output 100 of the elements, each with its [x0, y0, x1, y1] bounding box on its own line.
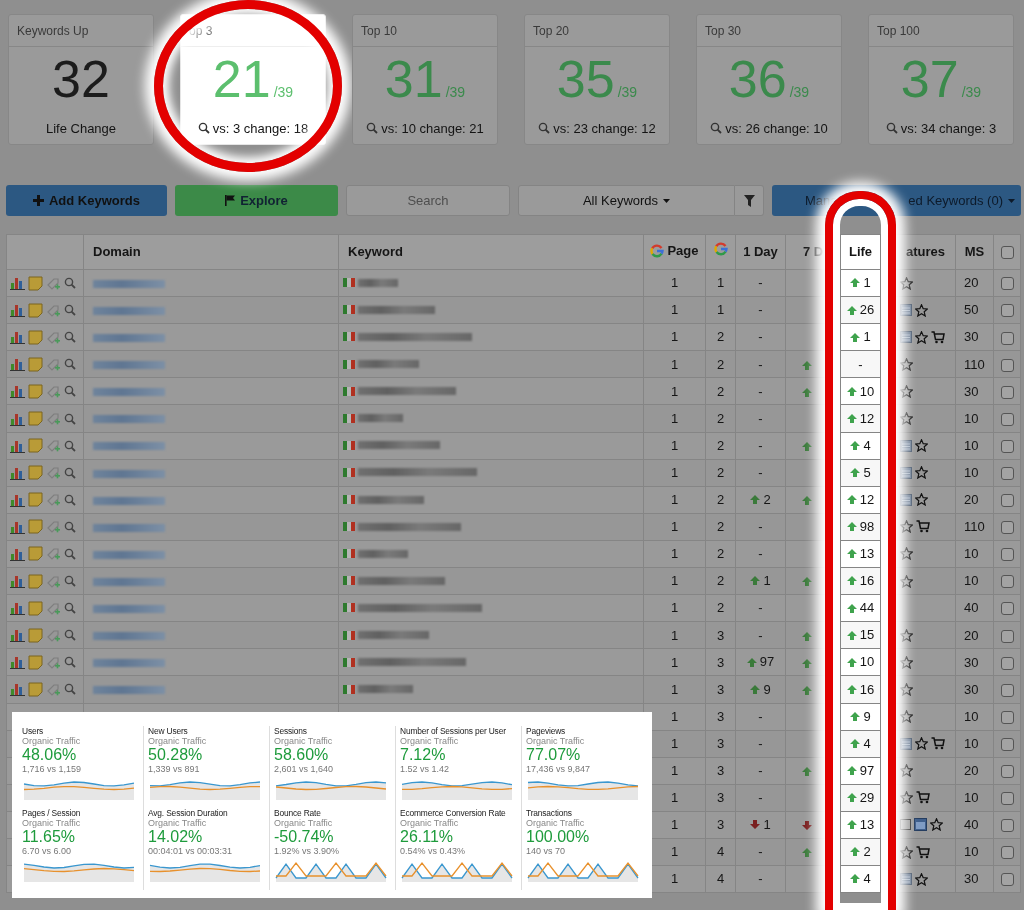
blurred-text	[93, 279, 165, 288]
search-icon[interactable]	[64, 520, 76, 533]
stat-value: 21	[212, 50, 271, 108]
metric-title: Pages / Session	[22, 808, 81, 819]
row-checkbox[interactable]	[1000, 602, 1014, 616]
row-checkbox[interactable]	[1000, 575, 1014, 589]
row-checkbox[interactable]	[1000, 304, 1014, 318]
search-field[interactable]: Search	[346, 185, 510, 216]
flag-icon	[343, 522, 355, 532]
search-icon[interactable]	[64, 602, 76, 615]
search-icon[interactable]	[64, 385, 76, 398]
stat-comparison: vs: 26 change: 10	[725, 119, 828, 138]
row-checkbox[interactable]	[1000, 358, 1014, 372]
rank-change: -	[758, 626, 763, 645]
bar-chart-icon[interactable]	[10, 411, 25, 426]
stat-caption: Life Change	[45, 119, 117, 138]
bar-chart-icon[interactable]	[10, 465, 25, 480]
filter-button[interactable]	[735, 185, 764, 216]
row-checkbox[interactable]	[1000, 439, 1014, 453]
row-checkbox[interactable]	[1000, 710, 1014, 724]
metric-subtitle: Organic Traffic	[526, 818, 585, 830]
row-checkbox[interactable]	[1000, 277, 1014, 291]
up-arrow-icon	[846, 603, 857, 613]
explore-button[interactable]: Explore	[175, 185, 338, 216]
column-header[interactable]: Domain	[93, 244, 141, 260]
flag-icon	[343, 467, 355, 477]
search-icon[interactable]	[64, 493, 76, 506]
up-arrow-icon	[746, 657, 757, 667]
star-icon	[915, 439, 928, 453]
search-icon[interactable]	[64, 683, 76, 696]
search-icon[interactable]	[64, 466, 76, 479]
row-checkbox[interactable]	[1000, 846, 1014, 860]
row-checkbox[interactable]	[1000, 765, 1014, 779]
search-icon[interactable]	[64, 358, 76, 371]
table-cell: 2	[716, 600, 725, 616]
up-arrow-icon	[850, 278, 861, 288]
row-checkbox[interactable]	[1000, 629, 1014, 643]
card-title: Top 10	[353, 15, 497, 47]
bar-chart-icon[interactable]	[10, 357, 25, 372]
bar-chart-icon[interactable]	[10, 519, 25, 534]
bar-chart-icon[interactable]	[10, 655, 25, 670]
row-checkbox[interactable]	[1000, 412, 1014, 426]
star-icon	[900, 710, 913, 724]
search-icon[interactable]	[64, 331, 76, 344]
select-all-checkbox[interactable]	[1000, 246, 1014, 260]
bar-chart-icon[interactable]	[10, 547, 25, 561]
row-checkbox[interactable]	[1000, 548, 1014, 562]
blurred-text	[93, 550, 165, 559]
search-icon[interactable]	[64, 548, 76, 560]
bar-chart-icon[interactable]	[10, 384, 25, 399]
search-icon[interactable]	[64, 304, 76, 317]
row-checkbox[interactable]	[1000, 873, 1014, 887]
search-icon[interactable]	[64, 277, 76, 290]
column-header[interactable]: Keyword	[348, 244, 403, 260]
bar-chart-icon[interactable]	[10, 438, 25, 453]
row-checkbox[interactable]	[1000, 385, 1014, 399]
bar-chart-icon[interactable]	[10, 601, 25, 616]
row-checkbox[interactable]	[1000, 331, 1014, 345]
row-checkbox[interactable]	[1000, 819, 1014, 833]
search-icon[interactable]	[64, 575, 76, 588]
blurred-text	[358, 278, 398, 287]
bar-chart-icon[interactable]	[10, 276, 25, 291]
bar-chart-icon[interactable]	[10, 330, 25, 345]
table-cell: 1	[670, 735, 679, 751]
star-icon	[900, 276, 913, 290]
star-icon	[900, 655, 913, 669]
blurred-text	[358, 685, 413, 694]
bar-chart-icon[interactable]	[10, 574, 25, 589]
row-checkbox[interactable]	[1000, 494, 1014, 508]
row-checkbox[interactable]	[1000, 656, 1014, 670]
stat-total: /39	[273, 84, 294, 100]
keywords-dropdown[interactable]: All Keywords	[518, 185, 735, 216]
table-cell: 1	[670, 573, 679, 589]
row-checkbox[interactable]	[1000, 683, 1014, 697]
search-icon[interactable]	[64, 629, 76, 642]
bar-chart-icon[interactable]	[10, 303, 25, 318]
table-cell: 1	[670, 275, 679, 291]
bar-chart-icon[interactable]	[10, 628, 25, 643]
up-arrow-icon	[846, 820, 857, 830]
column-header[interactable]: 7 D	[802, 244, 824, 260]
bar-chart-icon[interactable]	[10, 682, 25, 697]
row-checkbox[interactable]	[1000, 467, 1014, 480]
row-checkbox[interactable]	[1000, 792, 1014, 806]
rank-change: 4	[850, 869, 871, 889]
table-cell: 20	[964, 627, 979, 643]
search-icon[interactable]	[64, 656, 76, 669]
row-checkbox[interactable]	[1000, 521, 1014, 535]
table-cell: 1	[670, 519, 679, 535]
row-checkbox[interactable]	[1000, 737, 1014, 751]
table-cell: 10	[964, 464, 979, 480]
bar-chart-icon[interactable]	[10, 492, 25, 507]
rank-change: 98	[846, 517, 875, 537]
table-cell: 1	[716, 302, 725, 318]
flag-icon	[343, 549, 355, 559]
search-icon[interactable]	[64, 439, 76, 452]
up-arrow-icon	[802, 387, 812, 397]
star-icon	[900, 791, 913, 805]
blurred-text	[93, 306, 165, 315]
table-cell: 1	[670, 844, 679, 860]
search-icon[interactable]	[64, 412, 76, 425]
